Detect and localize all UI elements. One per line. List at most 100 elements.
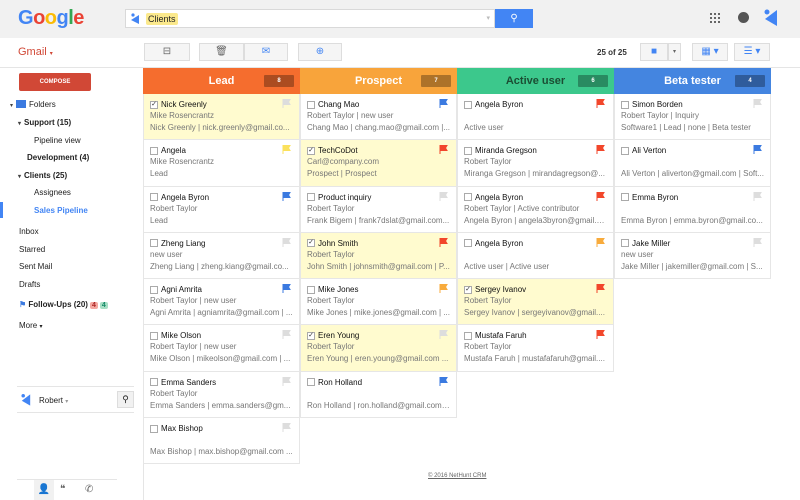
search-chip[interactable]: Clients [146, 13, 178, 25]
sidebar-item-drafts[interactable]: Drafts [19, 280, 40, 289]
card-checkbox[interactable] [464, 331, 472, 340]
pipeline-card[interactable]: Miranda Gregson Robert Taylor Miranga Gr… [457, 140, 614, 187]
card-checkbox[interactable]: ✓ [150, 100, 158, 109]
pipeline-card[interactable]: Emma Byron Emma Byron | emma.byron@gmail… [614, 186, 771, 233]
flag-icon[interactable] [282, 423, 291, 433]
sidebar-item-assignees[interactable]: Assignees [34, 188, 71, 197]
pipeline-card[interactable]: Mike Olson Robert Taylor | new user Mike… [143, 325, 300, 372]
card-checkbox[interactable] [464, 193, 472, 202]
pipeline-card[interactable]: Simon Borden Robert Taylor | Inquiry Sof… [614, 94, 771, 141]
flag-icon[interactable] [753, 191, 762, 201]
column-header[interactable]: Beta tester 4 [614, 68, 771, 94]
pipeline-card[interactable]: Angela Byron Active user [457, 94, 614, 141]
card-checkbox[interactable] [150, 239, 158, 248]
card-checkbox[interactable] [621, 239, 629, 248]
view-mode-button[interactable]: ▦ ▾ [692, 43, 728, 61]
flag-icon[interactable] [439, 330, 448, 340]
pipeline-card[interactable]: Angela Byron Robert Taylor Lead [143, 186, 300, 233]
column-header[interactable]: Lead 8 [143, 68, 300, 94]
flag-icon[interactable] [596, 191, 605, 201]
column-header[interactable]: Prospect 7 [300, 68, 457, 94]
sidebar-item-sales-pipeline[interactable]: Sales Pipeline [34, 206, 88, 215]
card-checkbox[interactable] [150, 424, 158, 433]
account-avatar[interactable] [763, 8, 779, 28]
pipeline-card[interactable]: Zheng Liang new user Zheng Liang | zheng… [143, 232, 300, 280]
pipeline-card[interactable]: Agni Amrita Robert Taylor | new user Agn… [143, 279, 300, 326]
collapse-button[interactable]: ⊟ [144, 43, 190, 61]
add-button[interactable]: ⊕ [298, 43, 342, 61]
card-checkbox[interactable]: ✓ [307, 239, 315, 248]
pipeline-card[interactable]: ✓ Eren Young Robert Taylor Eren Young | e… [300, 325, 457, 372]
search-button[interactable]: ⚲ [495, 9, 533, 28]
pipeline-card[interactable]: Angela Mike Rosencrantz Lead [143, 140, 300, 187]
sidebar-item-folders[interactable]: ▾ Folders [10, 100, 56, 109]
flag-icon[interactable] [439, 99, 448, 108]
notifications-icon[interactable] [738, 12, 749, 23]
flag-icon[interactable] [753, 237, 762, 247]
flag-icon[interactable] [753, 99, 762, 108]
sidebar-item-follow-ups[interactable]: ⚑ Follow-Ups (20) 4 4 [19, 300, 108, 309]
card-checkbox[interactable] [307, 100, 315, 109]
flag-icon[interactable] [596, 99, 605, 108]
flag-icon[interactable] [439, 376, 448, 386]
google-logo[interactable]: Google [18, 7, 84, 30]
card-checkbox[interactable]: ✓ [307, 331, 315, 340]
apps-grid-icon[interactable] [710, 13, 720, 23]
pipeline-card[interactable]: Jake Miller new user Jake Miller | jakem… [614, 232, 771, 280]
user-menu[interactable]: Robert ▾ [39, 396, 68, 405]
pipeline-card[interactable]: ✓ TechCoDot Carl@company.com Prospect | P… [300, 140, 457, 187]
flag-icon[interactable] [282, 330, 291, 340]
email-button[interactable]: ✉ [244, 43, 288, 61]
card-checkbox[interactable]: ✓ [464, 285, 472, 294]
card-checkbox[interactable] [621, 100, 629, 109]
card-checkbox[interactable] [464, 239, 472, 248]
pipeline-card[interactable]: ✓ Sergey Ivanov Robert Taylor Sergey Ivan… [457, 279, 614, 326]
card-checkbox[interactable] [150, 285, 158, 294]
card-checkbox[interactable] [307, 285, 315, 294]
flag-icon[interactable] [282, 237, 291, 247]
card-checkbox[interactable] [150, 378, 158, 387]
sidebar-item-sent-mail[interactable]: Sent Mail [19, 262, 52, 271]
footer-link[interactable]: © 2016 NetHunt CRM [428, 473, 486, 479]
sidebar-item-clients[interactable]: ▾ Clients (25) [18, 171, 67, 180]
flag-icon[interactable] [282, 191, 291, 201]
save-dropdown[interactable]: ▾ [668, 43, 681, 61]
flag-icon[interactable] [596, 237, 605, 247]
flag-icon[interactable] [282, 376, 291, 386]
sidebar-item-pipeline-view[interactable]: Pipeline view [34, 136, 81, 145]
pipeline-card[interactable]: ✓ John Smith Robert Taylor John Smith | j… [300, 232, 457, 280]
flag-icon[interactable] [439, 145, 448, 155]
card-checkbox[interactable] [307, 378, 315, 387]
delete-button[interactable]: 🗑 [199, 43, 244, 61]
pipeline-card[interactable]: Max Bishop Max Bishop | max.bishop@gmail… [143, 418, 300, 465]
card-checkbox[interactable] [621, 146, 629, 155]
card-checkbox[interactable]: ✓ [307, 146, 315, 155]
search-options-icon[interactable]: ▾ [486, 14, 490, 22]
card-checkbox[interactable] [150, 331, 158, 340]
sidebar-item-starred[interactable]: Starred [19, 245, 45, 254]
flag-icon[interactable] [596, 145, 605, 155]
flag-icon[interactable] [753, 145, 762, 155]
flag-icon[interactable] [282, 99, 291, 108]
pipeline-card[interactable]: Angela Byron Robert Taylor | Active cont… [457, 186, 614, 233]
sidebar-item-support[interactable]: ▾ Support (15) [18, 118, 71, 127]
save-view-button[interactable]: ■ [640, 43, 668, 61]
card-checkbox[interactable] [150, 146, 158, 155]
gmail-menu[interactable]: Gmail ▾ [18, 46, 53, 58]
pipeline-card[interactable]: Ron Holland Ron Holland | ron.holland@gm… [300, 371, 457, 419]
flag-icon[interactable] [596, 330, 605, 340]
sort-button[interactable]: ☰ ▾ [734, 43, 770, 61]
column-header[interactable]: Active user 6 [457, 68, 614, 94]
pipeline-card[interactable]: Emma Sanders Robert Taylor Emma Sanders … [143, 371, 300, 419]
pipeline-card[interactable]: Chang Mao Robert Taylor | new user Chang… [300, 94, 457, 141]
pipeline-card[interactable]: Mustafa Faruh Robert Taylor Mustafa Faru… [457, 325, 614, 372]
pipeline-card[interactable]: Product inquiry Robert Taylor Frank Bige… [300, 186, 457, 233]
flag-icon[interactable] [439, 191, 448, 201]
sidebar-item-inbox[interactable]: Inbox [19, 227, 39, 236]
flag-icon[interactable] [596, 284, 605, 294]
search-input[interactable]: Clients ▾ [125, 9, 495, 28]
sidebar-item-more[interactable]: More ▾ [19, 321, 42, 330]
pipeline-card[interactable]: Mike Jones Robert Taylor Mike Jones | mi… [300, 279, 457, 326]
card-checkbox[interactable] [621, 193, 629, 202]
contacts-tab[interactable]: 👤 [34, 480, 54, 500]
